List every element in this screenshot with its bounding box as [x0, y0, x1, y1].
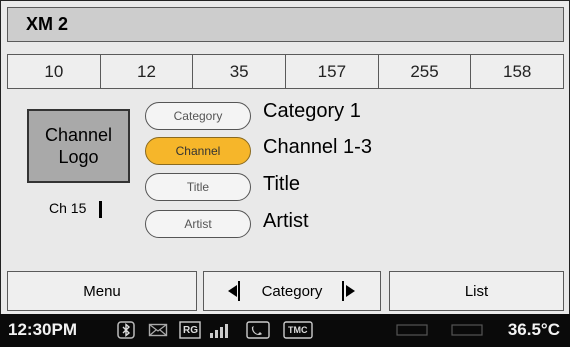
app-screen: XM 2 10 12 35 157 255 158 Channel Logo C…: [0, 0, 570, 347]
category-switch-label: Category: [261, 282, 323, 300]
page-title: XM 2: [26, 14, 69, 34]
list-button[interactable]: List: [389, 271, 564, 311]
menu-button[interactable]: Menu: [7, 271, 197, 311]
list-button-label: List: [464, 282, 489, 300]
status-bar: 12:30PM RG TMC 36.5°C: [0, 314, 570, 347]
phone-icon: [246, 321, 270, 339]
menu-button-label: Menu: [83, 282, 121, 300]
preset-button-1[interactable]: 10: [7, 54, 101, 89]
artist-button[interactable]: Artist: [145, 210, 251, 238]
category-value: Category 1: [263, 100, 361, 122]
preset-button-4[interactable]: 157: [285, 54, 379, 89]
tmc-label: TMC: [288, 325, 308, 335]
preset-button-2[interactable]: 12: [99, 54, 194, 89]
signal-icon: [210, 324, 228, 338]
arrow-left-bar: [238, 281, 240, 301]
clock: 12:30PM: [8, 320, 77, 339]
preset-button-3[interactable]: 35: [192, 54, 287, 89]
temperature: 36.5°C: [507, 320, 560, 339]
title-value: Title: [263, 173, 301, 195]
channel-button[interactable]: Channel: [145, 137, 251, 165]
rg-label: RG: [183, 325, 198, 336]
arrow-right-bar: [342, 281, 344, 301]
preset-button-5[interactable]: 255: [377, 54, 472, 89]
channel-value: Channel 1-3: [263, 136, 372, 158]
category-switch-button[interactable]: Category: [203, 271, 381, 311]
arrow-left-icon[interactable]: [228, 285, 237, 297]
artist-value: Artist: [263, 210, 309, 232]
preset-bar: 10 12 35 157 255 158: [7, 54, 565, 89]
channel-logo-line2: Logo: [58, 147, 99, 167]
message-icon: [148, 323, 168, 337]
channel-logo: Channel Logo: [27, 109, 130, 183]
channel-number: Ch 15: [49, 200, 87, 216]
category-button[interactable]: Category: [145, 102, 251, 130]
preset-button-6[interactable]: 158: [470, 54, 565, 89]
arrow-right-icon[interactable]: [346, 285, 355, 297]
mute-icon: [451, 324, 483, 336]
bluetooth-icon: [117, 321, 135, 339]
title-bar: XM 2: [7, 7, 564, 42]
text-cursor: [99, 201, 102, 218]
title-button[interactable]: Title: [145, 173, 251, 201]
bottom-bar: Menu Category List: [7, 271, 564, 311]
sat-icon: [396, 324, 428, 336]
channel-logo-line1: Channel: [44, 125, 113, 145]
